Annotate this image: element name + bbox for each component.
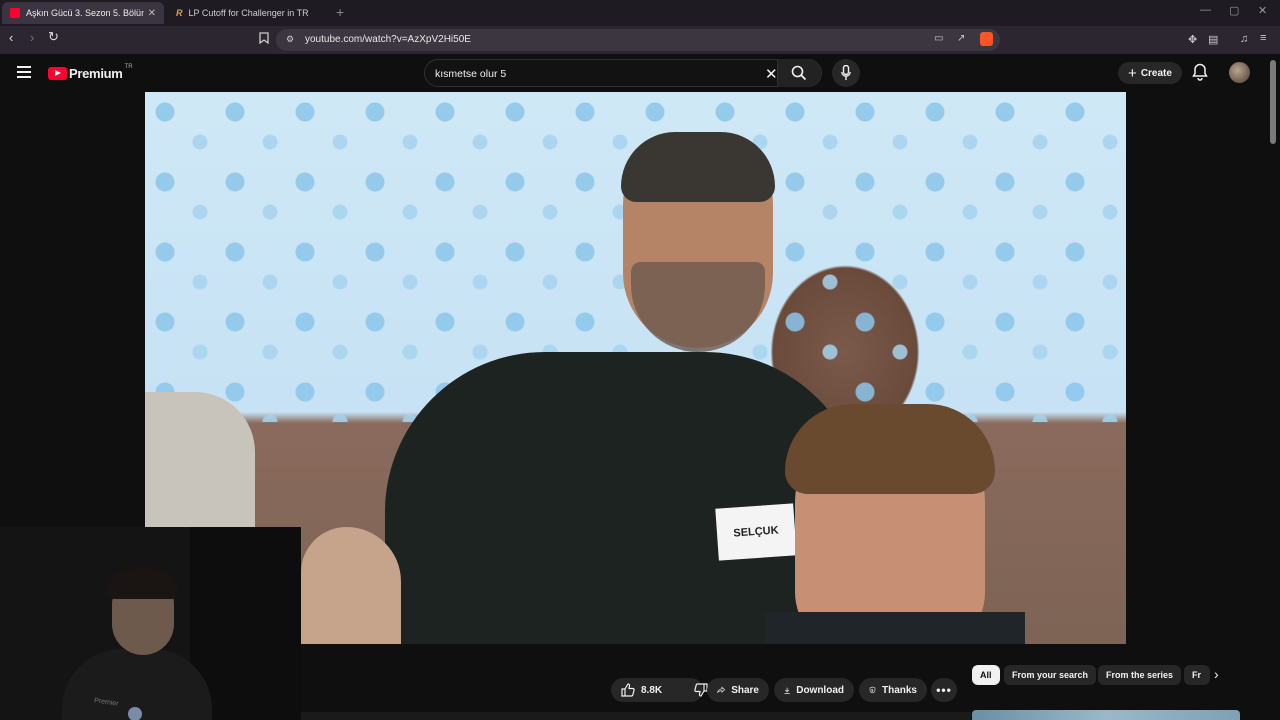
search-button[interactable]: [777, 59, 821, 87]
video-person-bald: [301, 527, 401, 644]
share-button[interactable]: Share: [707, 678, 769, 702]
thanks-label: Thanks: [881, 684, 917, 696]
like-dislike-group: 8.8K: [611, 678, 708, 702]
search-icon: [791, 65, 807, 81]
chip-from-your-search[interactable]: From your search: [1004, 665, 1097, 685]
chip-truncated[interactable]: Fr: [1184, 665, 1210, 685]
hamburger-menu-icon[interactable]: [17, 66, 31, 78]
youtube-premium-logo[interactable]: Premium TR: [48, 63, 133, 81]
page-bottom-strip: [301, 712, 971, 720]
video-man-jacket: [385, 352, 865, 644]
thanks-button[interactable]: $ Thanks: [859, 678, 927, 702]
webcam-person-hair: [108, 569, 178, 599]
cast-icon[interactable]: ▭: [934, 33, 943, 44]
browser-tab-strip: Aşkın Gücü 3. Sezon 5. Bölüm Fi ✕ R LP C…: [0, 0, 1280, 26]
avatar[interactable]: [1229, 62, 1250, 83]
page-scrollbar[interactable]: [1270, 60, 1276, 144]
menu-icon[interactable]: ≡: [1260, 32, 1266, 44]
browser-toolbar: ‹ › ↻ ⚙ youtube.com/watch?v=AzXpV2Hi50E …: [0, 26, 1280, 54]
media-icon[interactable]: ♫: [1240, 33, 1248, 45]
chip-from-the-series[interactable]: From the series: [1098, 665, 1182, 685]
create-button[interactable]: + Create: [1118, 62, 1182, 84]
search-input[interactable]: kısmetse olur 5: [435, 68, 506, 80]
tab-close-icon[interactable]: ✕: [148, 8, 156, 19]
video-person-left: [145, 392, 255, 542]
name-badge: SELÇUK: [715, 503, 797, 561]
tab-title: Aşkın Gücü 3. Sezon 5. Bölüm Fi: [26, 8, 144, 18]
clear-search-icon[interactable]: ✕: [765, 65, 778, 83]
brave-shield-icon[interactable]: [980, 32, 993, 46]
download-icon: [784, 687, 790, 694]
url-text: youtube.com/watch?v=AzXpV2Hi50E: [305, 34, 471, 45]
search-box[interactable]: kısmetse olur 5 ✕: [424, 59, 822, 87]
related-video-thumbnail[interactable]: [972, 710, 1240, 720]
maximize-icon[interactable]: ▢: [1229, 4, 1239, 17]
r-favicon-icon: R: [176, 8, 183, 18]
like-count: 8.8K: [641, 684, 663, 696]
video-young-man-hair: [785, 404, 995, 494]
webcam-overlay: Premier: [0, 527, 301, 720]
extensions-icon[interactable]: ✥: [1188, 33, 1197, 46]
share-icon: [717, 686, 726, 693]
thumbs-up-icon: [621, 683, 635, 697]
video-young-man-shirt: [765, 612, 1025, 644]
new-tab-icon[interactable]: +: [336, 4, 344, 20]
youtube-favicon-icon: [10, 8, 20, 18]
voice-search-button[interactable]: [832, 59, 860, 87]
microphone-icon: [841, 65, 851, 80]
plus-icon: +: [1128, 64, 1137, 82]
download-button[interactable]: Download: [774, 678, 854, 702]
share-page-icon[interactable]: ↗: [957, 33, 965, 44]
tab-lp-cutoff[interactable]: R LP Cutoff for Challenger in TR: [168, 2, 328, 24]
tab-youtube[interactable]: Aşkın Gücü 3. Sezon 5. Bölüm Fi ✕: [2, 2, 164, 24]
reload-icon[interactable]: ↻: [48, 29, 59, 45]
more-icon: •••: [936, 683, 952, 697]
bookmark-icon[interactable]: [259, 32, 269, 44]
shirt-logo-icon: [128, 707, 142, 720]
notifications-bell-icon[interactable]: [1192, 63, 1208, 81]
site-info-icon[interactable]: ⚙: [286, 34, 294, 45]
download-label: Download: [796, 684, 844, 696]
youtube-play-icon: [48, 67, 67, 80]
like-button[interactable]: 8.8K: [611, 678, 672, 702]
back-icon[interactable]: ‹: [9, 30, 13, 45]
minimize-icon[interactable]: —: [1200, 4, 1211, 16]
super-thanks-icon: $: [869, 686, 876, 694]
chip-all[interactable]: All: [972, 665, 1000, 685]
more-actions-button[interactable]: •••: [931, 678, 957, 702]
region-code: TR: [124, 63, 133, 70]
svg-text:$: $: [871, 688, 873, 692]
forward-icon[interactable]: ›: [30, 30, 34, 45]
chips-next-icon[interactable]: ›: [1214, 666, 1219, 682]
sidebar-icon[interactable]: ▤: [1208, 33, 1218, 46]
close-window-icon[interactable]: ✕: [1258, 4, 1267, 17]
tab-title: LP Cutoff for Challenger in TR: [188, 8, 309, 18]
address-bar[interactable]: ⚙ youtube.com/watch?v=AzXpV2Hi50E ▭ ↗: [276, 29, 1000, 51]
create-label: Create: [1140, 67, 1172, 79]
share-label: Share: [731, 684, 759, 696]
video-man-hair: [621, 132, 775, 202]
youtube-header: Premium TR kısmetse olur 5 ✕ + Create: [0, 54, 1280, 92]
logo-wordmark: Premium: [69, 66, 123, 81]
